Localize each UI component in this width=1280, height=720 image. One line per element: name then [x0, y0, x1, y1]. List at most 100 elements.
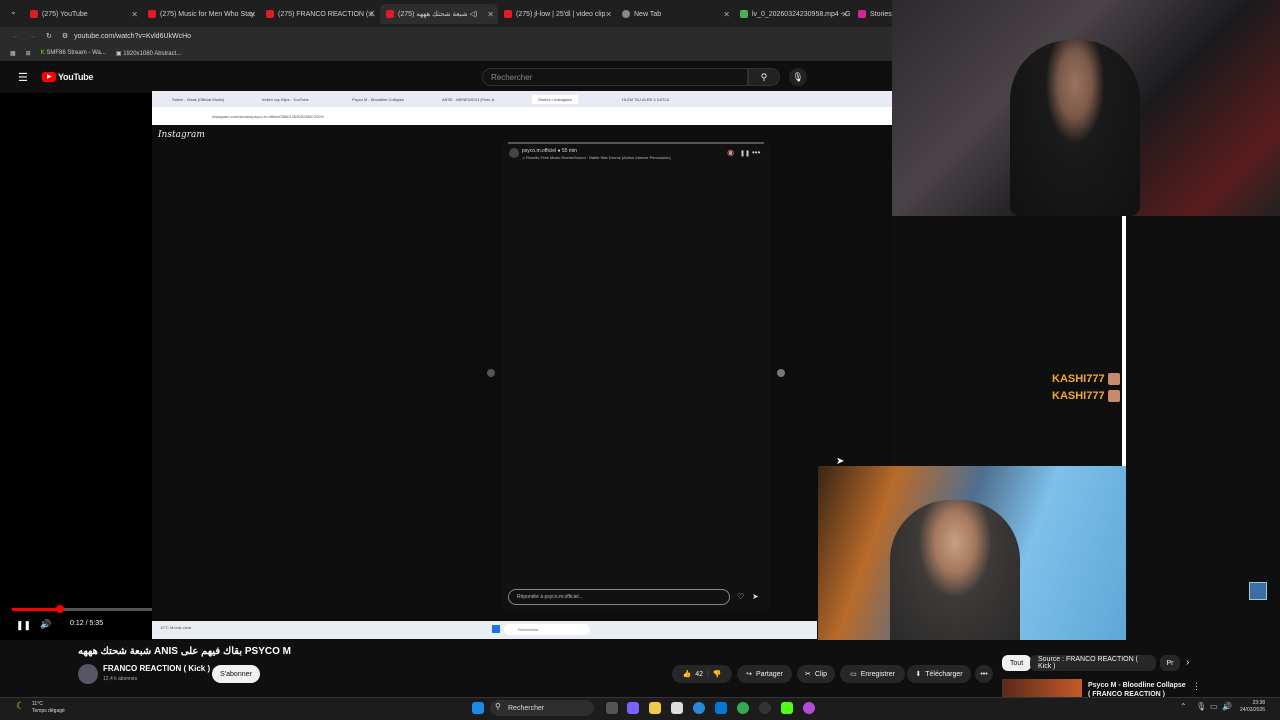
taskbar-clock[interactable]: 23:38 24/03/2026: [1240, 700, 1265, 714]
browser-tab[interactable]: (275) FRANCO REACTION ( K ✕: [260, 4, 378, 24]
emote-icon: [1108, 373, 1120, 385]
url-field[interactable]: youtube.com/watch?v=Kvld6UkWcHo: [74, 33, 191, 40]
close-icon[interactable]: ✕: [841, 10, 848, 19]
browser-tab[interactable]: New Tab ✕: [616, 4, 734, 24]
close-icon[interactable]: ✕: [249, 10, 256, 19]
inner-url: instagram.com/stories/psyco.m.officiel/3…: [212, 113, 324, 119]
clip-label: Clip: [814, 670, 827, 678]
bookmark-item[interactable]: ▣ 1920x1080 Abstract...: [116, 50, 181, 57]
menu-icon[interactable]: ☰: [18, 71, 28, 84]
back-icon[interactable]: ←: [12, 33, 19, 40]
tab-label: شبعة شحتك هههه (275) ◁): [398, 11, 478, 18]
story-progress-bar: [508, 142, 764, 144]
tab-list-icon[interactable]: ⌄: [10, 7, 17, 16]
close-icon[interactable]: ✕: [131, 10, 138, 19]
more-vert-icon[interactable]: ⋮: [1192, 681, 1201, 692]
mic-icon[interactable]: 🎙: [1196, 702, 1206, 711]
mail-icon[interactable]: [715, 702, 727, 714]
channel-avatar[interactable]: [78, 664, 98, 684]
browser-tab[interactable]: Stories: [852, 4, 892, 24]
emote-icon: [1108, 390, 1120, 402]
chip-all[interactable]: Tout: [1002, 655, 1032, 671]
channel-name[interactable]: FRANCO REACTION ( Kick ): [103, 664, 210, 673]
download-button[interactable]: ⬇ Télécharger: [907, 665, 971, 683]
reload-icon[interactable]: ↻: [46, 32, 52, 40]
more-actions-button[interactable]: •••: [975, 665, 993, 683]
pause-button[interactable]: ❚❚: [16, 620, 31, 631]
forward-icon[interactable]: →: [29, 33, 36, 40]
tab-label: New Tab: [634, 10, 662, 18]
volume-icon[interactable]: 🔊: [40, 619, 51, 630]
chevron-right-icon[interactable]: ›: [1186, 657, 1189, 668]
chip-source[interactable]: Source : FRANCO REACTION ( Kick ): [1030, 655, 1156, 671]
chip-more[interactable]: Pr: [1160, 655, 1180, 671]
obs-icon[interactable]: [759, 702, 771, 714]
thumbnail-image: [1249, 582, 1267, 600]
like-icon[interactable]: 👍: [682, 670, 691, 678]
volume-icon[interactable]: 🔊: [1222, 702, 1232, 711]
app-icon[interactable]: [803, 702, 815, 714]
edge-icon[interactable]: [693, 702, 705, 714]
mute-icon: 🔇: [727, 151, 735, 157]
browser-tab[interactable]: (275) jl-low | 25'dl | video clip ✕: [498, 4, 616, 24]
subscribe-button[interactable]: S'abonner: [212, 665, 260, 683]
time-display: 0:12 / 5:35: [70, 620, 104, 627]
chevron-up-icon[interactable]: ⌃: [1180, 702, 1187, 711]
globe-icon: [622, 10, 630, 18]
download-label: Télécharger: [925, 670, 963, 678]
app-icon[interactable]: [627, 702, 639, 714]
weather-icon[interactable]: ☾: [16, 701, 25, 712]
recommendation-title[interactable]: Psyco M - Bloodline Collapse ( FRANCO RE…: [1088, 681, 1186, 697]
search-icon: ⚲: [495, 702, 501, 711]
youtube-favicon-icon: [266, 10, 274, 18]
video-title: شبعة شحتك هههه ANIS بقاك فيهم على PSYCO …: [78, 646, 292, 657]
next-story-icon: [777, 369, 785, 377]
divider: |: [706, 670, 709, 678]
voice-search-button[interactable]: 🎙: [789, 68, 807, 86]
browser-tab[interactable]: lv_0_20260324230958.mp4 - G ✕: [734, 4, 852, 24]
site-info-icon[interactable]: ⚙: [62, 32, 68, 40]
close-icon[interactable]: ✕: [605, 10, 612, 19]
file-explorer-icon[interactable]: [649, 702, 661, 714]
inner-address-bar: instagram.com/stories/psyco.m.officiel/3…: [152, 107, 892, 125]
task-view-icon[interactable]: [606, 702, 618, 714]
close-icon[interactable]: ✕: [723, 10, 730, 19]
weather-widget[interactable]: 11°C Temps dégagé: [32, 701, 65, 715]
bookmark-item[interactable]: K SMF86 Stream - Wa...: [41, 50, 106, 56]
windows-start-icon[interactable]: [472, 702, 484, 714]
youtube-logo-icon[interactable]: ▶: [42, 72, 56, 82]
kick-icon: K: [40, 50, 45, 56]
like-count[interactable]: 42: [695, 671, 703, 678]
clip-button[interactable]: ✂ Clip: [797, 665, 835, 683]
instagram-favicon-icon: [858, 10, 866, 18]
clock-time: 23:38: [1252, 700, 1266, 706]
tab-label: (275) YouTube: [42, 10, 88, 18]
address-bar: ← → ↻ ⚙ youtube.com/watch?v=Kvld6UkWcHo: [0, 27, 892, 45]
apps-icon[interactable]: ▦: [10, 50, 16, 57]
clock-date: 24/03/2026: [1240, 707, 1266, 713]
close-icon[interactable]: ✕: [367, 10, 374, 19]
chrome-icon[interactable]: [737, 702, 749, 714]
progress-handle[interactable]: [56, 605, 64, 613]
share-button[interactable]: ↪ Partager: [737, 665, 792, 683]
youtube-favicon-icon: [148, 10, 156, 18]
dislike-icon[interactable]: 👎: [713, 670, 722, 678]
send-icon: ➤: [752, 592, 759, 601]
more-icon: •••: [980, 670, 988, 678]
grid-icon[interactable]: ⊞: [26, 50, 31, 57]
windows-icon: [492, 625, 500, 633]
store-icon[interactable]: [671, 702, 683, 714]
network-icon[interactable]: ▭: [1210, 702, 1218, 711]
close-icon[interactable]: ✕: [487, 10, 494, 19]
youtube-logo-text[interactable]: YouTube: [58, 72, 93, 82]
taskbar-search[interactable]: Rechercher: [490, 700, 594, 716]
thumbnail-image[interactable]: [1002, 679, 1082, 697]
browser-tab-active[interactable]: شبعة شحتك هههه (275) ◁) ✕: [380, 4, 498, 24]
more-icon: •••: [752, 148, 761, 157]
browser-tab[interactable]: (275) YouTube ✕: [24, 4, 142, 24]
save-button[interactable]: ▭ Enregistrer: [840, 665, 905, 683]
search-button[interactable]: ⚲: [748, 68, 780, 86]
kick-icon[interactable]: [781, 702, 793, 714]
search-input[interactable]: Rechercher: [482, 68, 748, 86]
browser-tab[interactable]: (275) Music for Men Who Stay ✕: [142, 4, 260, 24]
